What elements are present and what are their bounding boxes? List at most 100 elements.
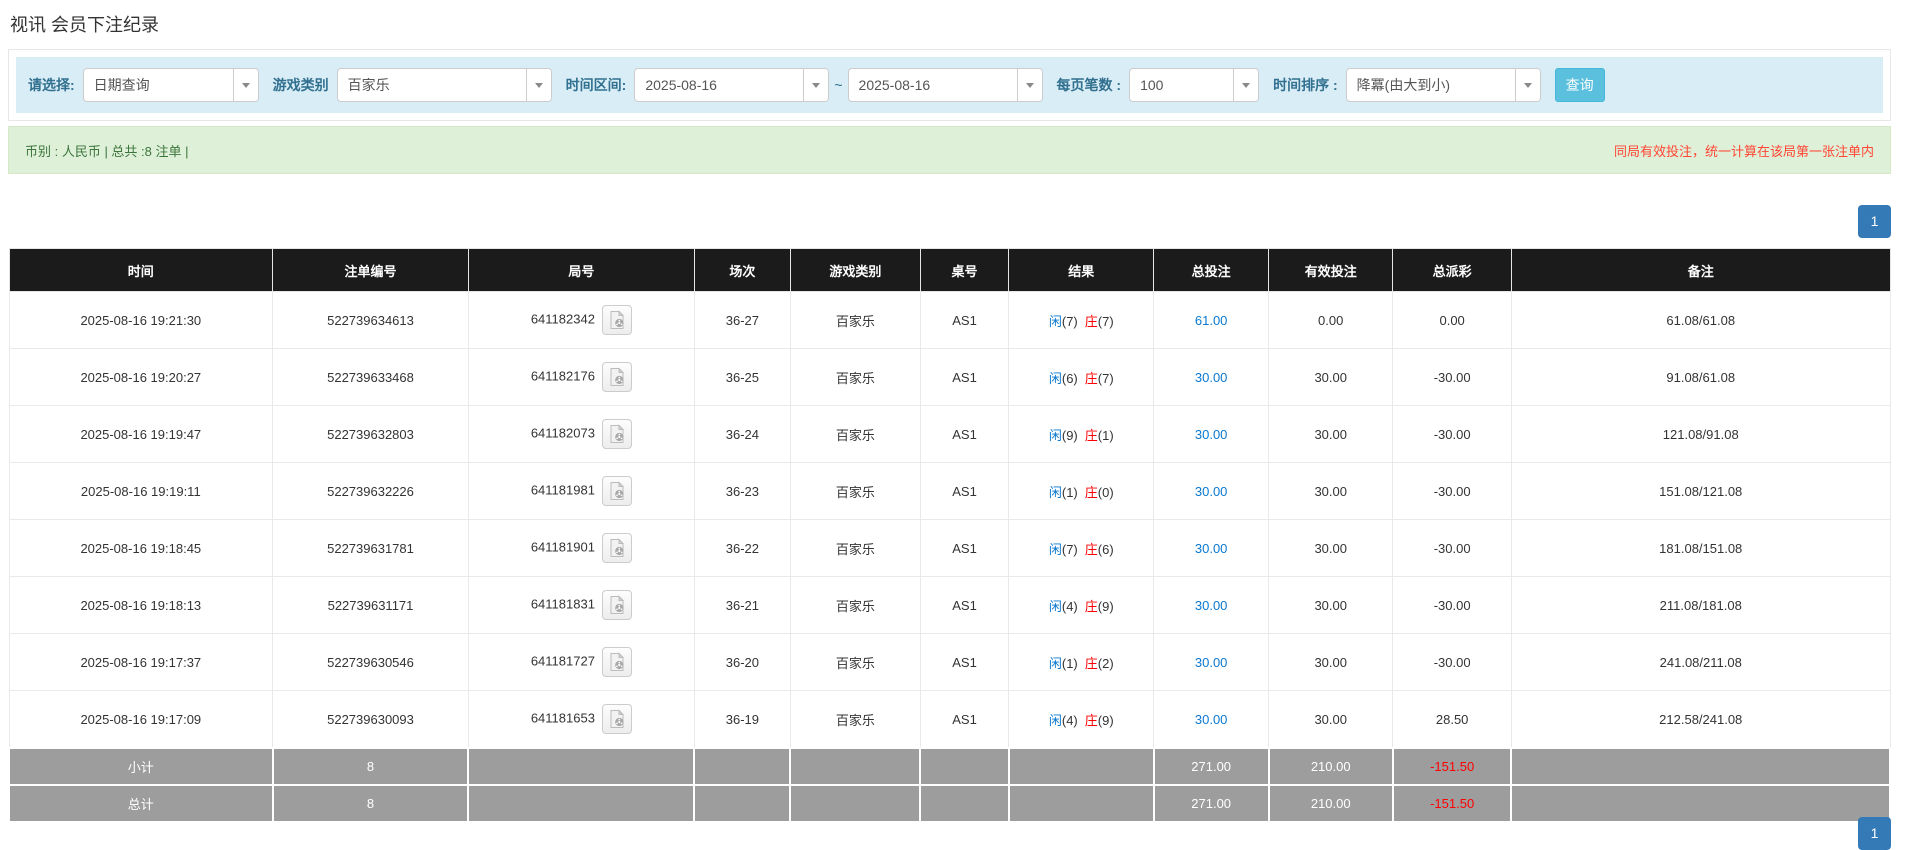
result-cell: 闲(7)庄(6) bbox=[1009, 520, 1154, 577]
pagination-top: 1 bbox=[8, 205, 1891, 238]
total-bet-link[interactable]: 30.00 bbox=[1195, 712, 1228, 727]
player-score: (6) bbox=[1062, 371, 1078, 386]
total-bet-cell: 30.00 bbox=[1154, 349, 1269, 406]
video-replay-button[interactable] bbox=[602, 476, 632, 506]
total-bet-cell: 30.00 bbox=[1154, 691, 1269, 749]
video-replay-button[interactable] bbox=[602, 533, 632, 563]
query-type-select[interactable]: 日期查询 bbox=[83, 68, 259, 102]
remark-cell: 61.08/61.08 bbox=[1511, 292, 1890, 349]
total-bet-link[interactable]: 30.00 bbox=[1195, 484, 1228, 499]
session-cell: 36-22 bbox=[694, 520, 790, 577]
time-sort-select[interactable]: 降冪(由大到小) bbox=[1346, 68, 1541, 102]
remark-cell: 181.08/151.08 bbox=[1511, 520, 1890, 577]
total-bet-link[interactable]: 30.00 bbox=[1195, 541, 1228, 556]
valid-bet-cell: 30.00 bbox=[1269, 577, 1393, 634]
banker-score: (7) bbox=[1098, 371, 1114, 386]
summary-label-cell: 小计 bbox=[9, 748, 273, 785]
table-row: 2025-08-16 19:19:11 522739632226 6411819… bbox=[9, 463, 1890, 520]
summary-row: 总计 8 271.00 210.00 -151.50 bbox=[9, 785, 1890, 822]
page-size-select[interactable]: 100 bbox=[1129, 68, 1259, 102]
query-button[interactable]: 查询 bbox=[1555, 68, 1605, 102]
table-body: 2025-08-16 19:21:30 522739634613 6411823… bbox=[9, 292, 1890, 823]
session-cell: 36-25 bbox=[694, 349, 790, 406]
remark-cell: 211.08/181.08 bbox=[1511, 577, 1890, 634]
total-bet-link[interactable]: 30.00 bbox=[1195, 370, 1228, 385]
video-replay-button[interactable] bbox=[602, 362, 632, 392]
valid-bet-cell: 30.00 bbox=[1269, 463, 1393, 520]
chevron-down-icon[interactable] bbox=[526, 69, 551, 101]
chevron-down-icon[interactable] bbox=[233, 69, 258, 101]
column-header: 总派彩 bbox=[1393, 249, 1512, 292]
video-replay-button[interactable] bbox=[602, 647, 632, 677]
total-bet-link[interactable]: 30.00 bbox=[1195, 655, 1228, 670]
remark-cell: 151.08/121.08 bbox=[1511, 463, 1890, 520]
video-replay-button[interactable] bbox=[602, 704, 632, 734]
table-no-cell: AS1 bbox=[920, 406, 1008, 463]
table-row: 2025-08-16 19:19:47 522739632803 6411820… bbox=[9, 406, 1890, 463]
round-cell: 641181831 bbox=[468, 577, 694, 634]
banker-score: (6) bbox=[1098, 542, 1114, 557]
bet-id-cell: 522739631781 bbox=[273, 520, 469, 577]
result-cell: 闲(1)庄(0) bbox=[1009, 463, 1154, 520]
date-from-value: 2025-08-16 bbox=[635, 69, 803, 101]
video-replay-button[interactable] bbox=[602, 305, 632, 335]
round-id: 641181981 bbox=[531, 482, 595, 497]
column-header: 桌号 bbox=[920, 249, 1008, 292]
bet-id-cell: 522739632226 bbox=[273, 463, 469, 520]
player-score: (1) bbox=[1062, 485, 1078, 500]
result-cell: 闲(4)庄(9) bbox=[1009, 691, 1154, 749]
chevron-down-icon[interactable] bbox=[803, 69, 828, 101]
page-button-1-bottom[interactable]: 1 bbox=[1858, 817, 1891, 850]
video-replay-button[interactable] bbox=[602, 419, 632, 449]
summary-valid-bet-cell: 210.00 bbox=[1269, 785, 1393, 822]
result-cell: 闲(7)庄(7) bbox=[1009, 292, 1154, 349]
banker-label: 庄 bbox=[1085, 314, 1098, 329]
round-id: 641182342 bbox=[531, 311, 595, 326]
banker-score: (9) bbox=[1098, 713, 1114, 728]
video-file-icon bbox=[607, 709, 627, 729]
video-file-icon bbox=[607, 310, 627, 330]
column-header: 时间 bbox=[9, 249, 273, 292]
video-replay-button[interactable] bbox=[602, 590, 632, 620]
round-id: 641181727 bbox=[531, 653, 595, 668]
total-bet-link[interactable]: 61.00 bbox=[1195, 313, 1228, 328]
game-type-value: 百家乐 bbox=[338, 69, 526, 101]
table-no-cell: AS1 bbox=[920, 634, 1008, 691]
game-type-select[interactable]: 百家乐 bbox=[337, 68, 552, 102]
chevron-down-icon[interactable] bbox=[1515, 69, 1540, 101]
total-bet-link[interactable]: 30.00 bbox=[1195, 598, 1228, 613]
player-score: (7) bbox=[1062, 314, 1078, 329]
date-from-select[interactable]: 2025-08-16 bbox=[634, 68, 829, 102]
column-header: 游戏类别 bbox=[790, 249, 920, 292]
chevron-down-icon[interactable] bbox=[1017, 69, 1042, 101]
round-id: 641181653 bbox=[531, 710, 595, 725]
total-bet-link[interactable]: 30.00 bbox=[1195, 427, 1228, 442]
round-id: 641182073 bbox=[531, 425, 595, 440]
valid-bet-cell: 0.00 bbox=[1269, 292, 1393, 349]
page-button-1[interactable]: 1 bbox=[1858, 205, 1891, 238]
date-to-select[interactable]: 2025-08-16 bbox=[848, 68, 1043, 102]
table-header-row: 时间注单编号局号场次游戏类别桌号结果总投注有效投注总派彩备注 bbox=[9, 249, 1890, 292]
chevron-down-icon[interactable] bbox=[1233, 69, 1258, 101]
player-label: 闲 bbox=[1049, 371, 1062, 386]
player-label: 闲 bbox=[1049, 656, 1062, 671]
game-type-cell: 百家乐 bbox=[790, 691, 920, 749]
column-header: 总投注 bbox=[1154, 249, 1269, 292]
game-type-cell: 百家乐 bbox=[790, 463, 920, 520]
table-no-cell: AS1 bbox=[920, 520, 1008, 577]
column-header: 局号 bbox=[468, 249, 694, 292]
time-cell: 2025-08-16 19:17:37 bbox=[9, 634, 273, 691]
summary-count-cell: 8 bbox=[273, 785, 469, 822]
session-cell: 36-20 bbox=[694, 634, 790, 691]
remark-cell: 121.08/91.08 bbox=[1511, 406, 1890, 463]
video-file-icon bbox=[607, 481, 627, 501]
video-file-icon bbox=[607, 595, 627, 615]
player-score: (4) bbox=[1062, 713, 1078, 728]
game-type-cell: 百家乐 bbox=[790, 349, 920, 406]
table-row: 2025-08-16 19:17:09 522739630093 6411816… bbox=[9, 691, 1890, 749]
total-bet-cell: 30.00 bbox=[1154, 406, 1269, 463]
column-header: 注单编号 bbox=[273, 249, 469, 292]
payout-cell: -30.00 bbox=[1393, 577, 1512, 634]
result-cell: 闲(9)庄(1) bbox=[1009, 406, 1154, 463]
bet-records-table: 时间注单编号局号场次游戏类别桌号结果总投注有效投注总派彩备注 2025-08-1… bbox=[8, 248, 1891, 823]
